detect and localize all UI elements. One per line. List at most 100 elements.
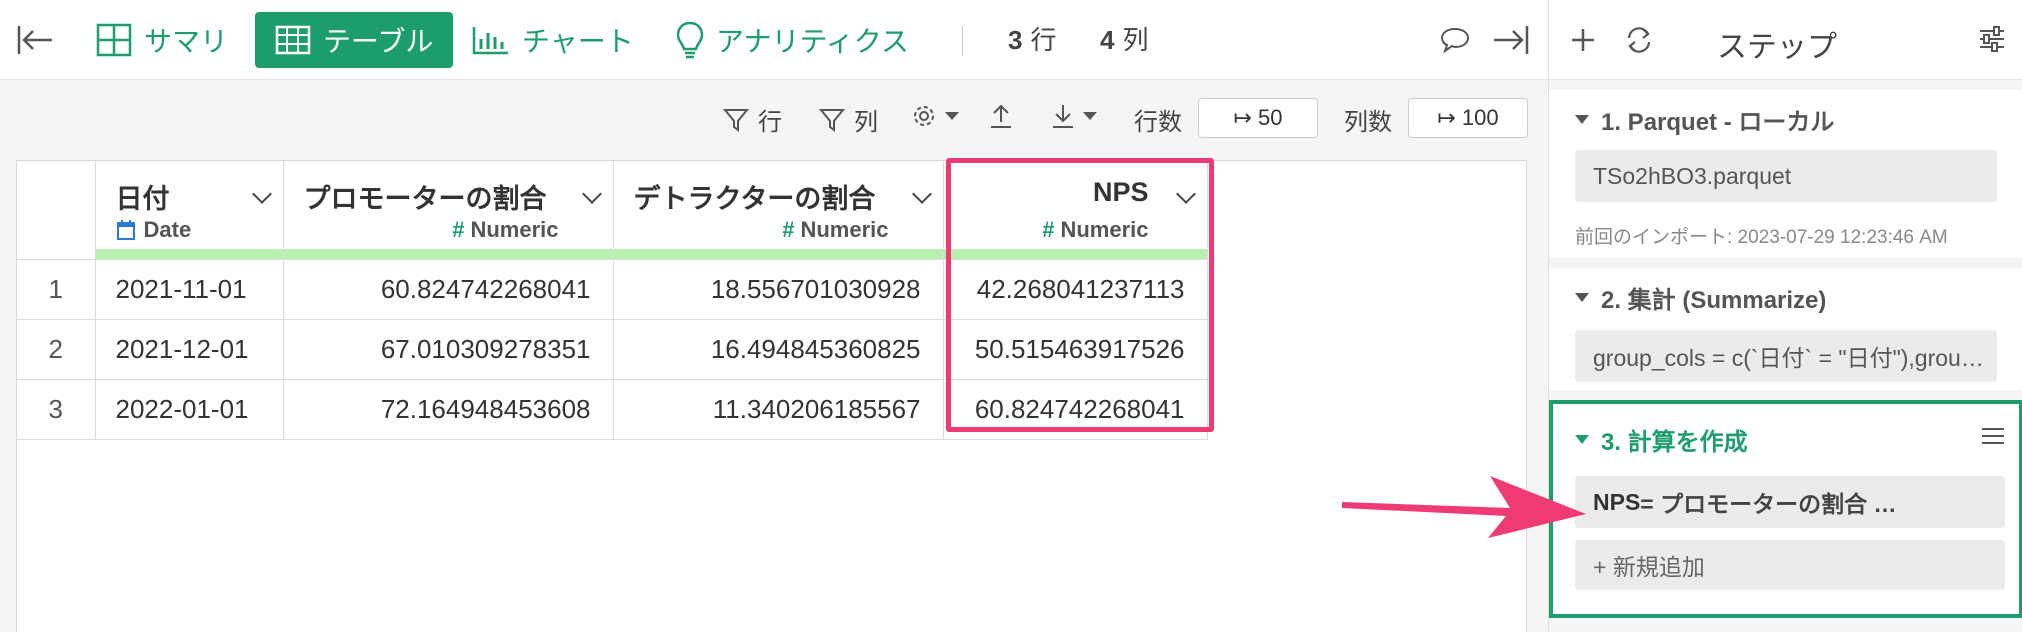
column-type: # Numeric bbox=[782, 217, 888, 243]
tab-summary[interactable]: サマリ bbox=[96, 12, 228, 68]
step-3-title[interactable]: 3. 計算を作成 bbox=[1575, 422, 1748, 457]
row-count-label: 行数 bbox=[1134, 109, 1182, 136]
step-3[interactable]: 3. 計算を作成 NPS = プロモーターの割合 … + 新規追加 bbox=[1549, 400, 2022, 618]
column-type: Date bbox=[116, 217, 192, 243]
table-row: 1 2021-11-01 60.824742268041 18.55670103… bbox=[17, 259, 1208, 320]
chevron-down-icon[interactable] bbox=[1175, 184, 1196, 204]
step-3-title-label: 3. 計算を作成 bbox=[1601, 429, 1748, 456]
triangle-down-icon bbox=[1575, 293, 1589, 302]
table-cell[interactable]: 2022-01-01 bbox=[95, 379, 284, 440]
lightbulb-icon bbox=[676, 21, 704, 59]
row-number: 2 bbox=[17, 319, 96, 380]
step-1-title-label: 1. Parquet - ローカル bbox=[1601, 109, 1835, 136]
step-2-title-label: 2. 集計 (Summarize) bbox=[1601, 287, 1827, 314]
tab-analytics-label: アナリティクス bbox=[716, 26, 909, 57]
row-number: 1 bbox=[17, 259, 96, 320]
row-filter-button[interactable]: 行 bbox=[722, 102, 782, 137]
table-row: 2 2021-12-01 67.010309278351 16.49484536… bbox=[17, 319, 1208, 380]
type-bar bbox=[283, 248, 613, 259]
table-cell[interactable]: 11.340206185567 bbox=[613, 379, 944, 440]
triangle-down-icon bbox=[1575, 435, 1589, 444]
collapse-left-icon[interactable] bbox=[16, 24, 56, 56]
summary-grid-icon bbox=[96, 23, 132, 57]
table-cell[interactable]: 60.824742268041 bbox=[283, 259, 614, 320]
row-number: 3 bbox=[17, 379, 96, 440]
table-cell[interactable]: 67.010309278351 bbox=[283, 319, 614, 380]
step-1-import-note: 前回のインポート: 2023-07-29 12:23:46 AM bbox=[1575, 227, 1948, 248]
upload-icon bbox=[991, 104, 1011, 128]
tab-chart-label: チャート bbox=[522, 26, 634, 57]
tab-analytics[interactable]: アナリティクス bbox=[676, 12, 909, 68]
expand-right-icon[interactable] bbox=[1490, 24, 1530, 61]
step-3-expression[interactable]: NPS = プロモーターの割合 … bbox=[1575, 476, 2005, 528]
table-toolbar: 行 列 行数 ↦ 50 列数 ↦ 100 bbox=[0, 80, 1548, 160]
column-type: # Numeric bbox=[1042, 217, 1148, 243]
add-new-button[interactable]: + 新規追加 bbox=[1575, 540, 2005, 590]
numeric-hash-icon: # bbox=[1042, 217, 1055, 242]
type-bar bbox=[613, 248, 943, 259]
col-count-input[interactable]: ↦ 100 bbox=[1408, 98, 1528, 138]
step-1-source[interactable]: TSo2hBO3.parquet bbox=[1575, 150, 1997, 202]
chevron-down-icon[interactable] bbox=[581, 184, 602, 204]
row-filter-label: 行 bbox=[758, 109, 782, 136]
data-table: 日付 Date プロモーターの割合 # Numeric デトラクターの割合 # … bbox=[17, 161, 1208, 440]
step-1[interactable]: 1. Parquet - ローカル TSo2hBO3.parquet 前回のイン… bbox=[1549, 90, 2022, 258]
add-step-icon[interactable] bbox=[1569, 26, 1597, 59]
tab-table[interactable]: テーブル bbox=[255, 12, 454, 68]
column-name: NPS bbox=[1092, 177, 1149, 207]
comment-icon[interactable] bbox=[1440, 26, 1470, 59]
tab-table-label: テーブル bbox=[323, 26, 434, 57]
table-cell[interactable]: 42.268041237113 bbox=[943, 259, 1208, 320]
header-row: 日付 Date プロモーターの割合 # Numeric デトラクターの割合 # … bbox=[17, 161, 1208, 260]
col-count-value: 4 bbox=[1100, 25, 1115, 55]
steps-panel-header: ステップ bbox=[1549, 0, 2022, 80]
row-count-input[interactable]: ↦ 50 bbox=[1198, 98, 1318, 138]
download-dropdown[interactable] bbox=[1050, 102, 1098, 130]
table-cell[interactable]: 72.164948453608 bbox=[283, 379, 614, 440]
hamburger-menu-icon[interactable] bbox=[1981, 426, 2005, 451]
settings-dropdown[interactable] bbox=[910, 102, 960, 130]
type-bar bbox=[95, 248, 283, 259]
table-cell[interactable]: 18.556701030928 bbox=[613, 259, 944, 320]
chevron-down-icon[interactable] bbox=[251, 184, 272, 204]
row-count-indicator: 3行 bbox=[1008, 20, 1056, 57]
column-name: 日付 bbox=[115, 184, 170, 214]
col-filter-label: 列 bbox=[854, 109, 878, 136]
tab-chart[interactable]: チャート bbox=[472, 12, 634, 68]
steps-panel: ステップ 1. Parquet - ローカル TSo2hBO3.parquet … bbox=[1548, 0, 2022, 632]
step-2[interactable]: 2. 集計 (Summarize) group_cols = c(`日付` = … bbox=[1549, 268, 2022, 390]
refresh-icon[interactable] bbox=[1623, 25, 1655, 60]
column-type-label: Numeric bbox=[800, 217, 889, 242]
filter-icon bbox=[818, 108, 846, 132]
row-count-value: 3 bbox=[1008, 25, 1023, 55]
step-2-title[interactable]: 2. 集計 (Summarize) bbox=[1575, 280, 1826, 315]
table-cell[interactable]: 16.494845360825 bbox=[613, 319, 944, 380]
column-type-label: Date bbox=[143, 217, 192, 242]
col-filter-button[interactable]: 列 bbox=[818, 102, 878, 137]
step-2-params[interactable]: group_cols = c(`日付` = "日付"),grou… bbox=[1575, 330, 1997, 382]
column-header-nps[interactable]: NPS # Numeric bbox=[943, 161, 1208, 260]
chevron-down-icon[interactable] bbox=[911, 184, 932, 204]
export-button[interactable] bbox=[988, 102, 1014, 130]
col-count-label: 列数 bbox=[1344, 109, 1392, 136]
table-cell[interactable]: 2021-12-01 bbox=[95, 319, 284, 380]
column-type-label: Numeric bbox=[470, 217, 559, 242]
column-header-detractor[interactable]: デトラクターの割合 # Numeric bbox=[613, 161, 944, 260]
table-icon bbox=[275, 25, 311, 55]
table-cell[interactable]: 2021-11-01 bbox=[95, 259, 284, 320]
download-icon bbox=[1053, 105, 1073, 128]
column-header-promoter[interactable]: プロモーターの割合 # Numeric bbox=[283, 161, 614, 260]
pointer-arrow bbox=[1342, 476, 1586, 538]
calendar-icon bbox=[116, 220, 135, 240]
caret-down-icon bbox=[1083, 112, 1097, 120]
column-name: デトラクターの割合 bbox=[633, 184, 876, 214]
table-cell[interactable]: 60.824742268041 bbox=[943, 379, 1208, 440]
table-cell[interactable]: 50.515463917526 bbox=[943, 319, 1208, 380]
column-name: プロモーターの割合 bbox=[303, 184, 547, 214]
numeric-hash-icon: # bbox=[452, 217, 465, 242]
step-1-title[interactable]: 1. Parquet - ローカル bbox=[1575, 102, 1834, 137]
table-area: 日付 Date プロモーターの割合 # Numeric デトラクターの割合 # … bbox=[0, 160, 1548, 632]
sliders-icon[interactable] bbox=[1977, 24, 2007, 59]
column-header-date[interactable]: 日付 Date bbox=[95, 161, 284, 260]
filter-icon bbox=[722, 108, 750, 132]
